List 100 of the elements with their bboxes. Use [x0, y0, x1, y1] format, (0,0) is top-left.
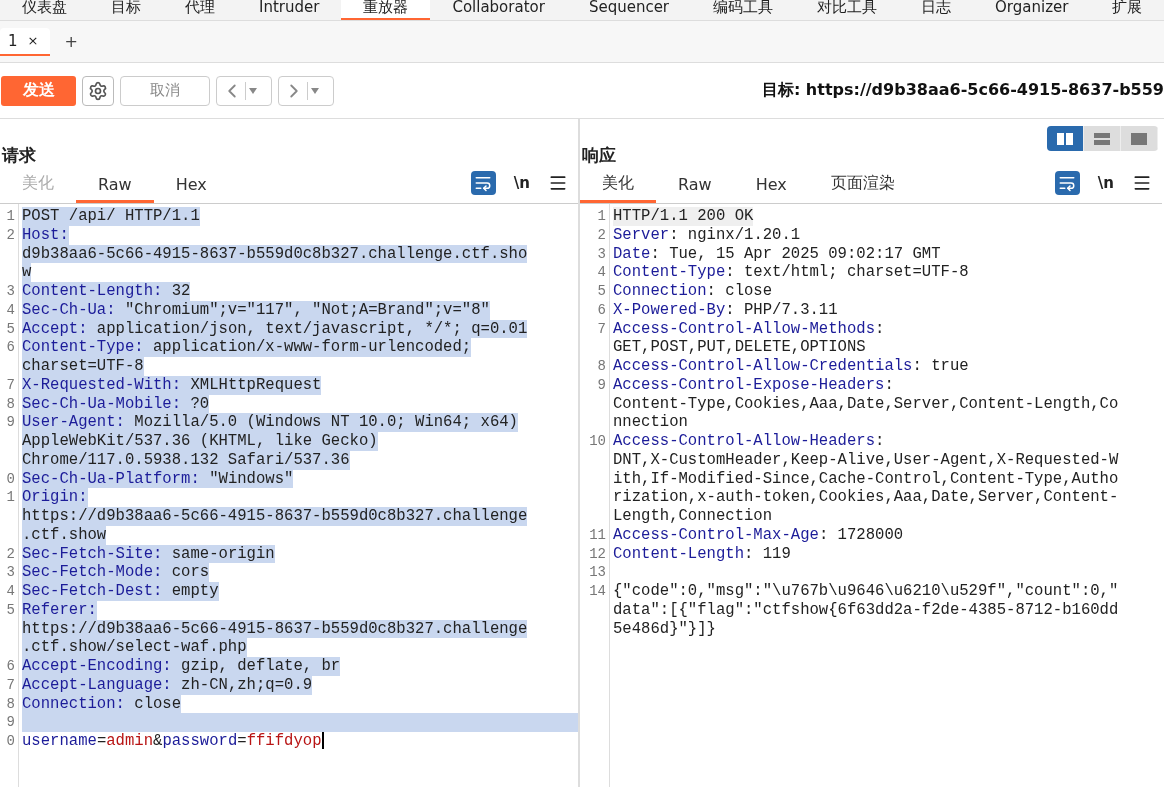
- rows-layout-icon: [1093, 131, 1111, 146]
- line-number: 9: [5, 413, 16, 432]
- request-tab[interactable]: 1 ×: [0, 27, 51, 56]
- wrap-text-icon: [474, 174, 493, 192]
- menu-icon[interactable]: [1132, 173, 1152, 193]
- line-number: 13: [588, 563, 607, 582]
- code-line: Content-Type,Cookies,Aaa,Date,Server,Content-Length,Co: [613, 394, 1119, 414]
- line-number: 14: [588, 582, 607, 601]
- code-line: Date: Tue, 15 Apr 2025 09:02:17 GMT: [613, 244, 941, 264]
- code-line: Access-Control-Max-Age: 1728000: [613, 525, 904, 545]
- line-number: 8: [596, 357, 607, 376]
- caret-icon: [248, 86, 258, 95]
- main-tab[interactable]: 日志: [899, 0, 974, 20]
- main-tab[interactable]: 重放器: [341, 0, 431, 20]
- line-number: 7: [596, 319, 607, 339]
- line-number: 1: [5, 207, 16, 226]
- code-line: {"code":0,"msg":"\u767b\u9646\u6210\u529f","count":0,": [613, 582, 1119, 601]
- main-tab[interactable]: Sequencer: [566, 0, 692, 20]
- main-tab[interactable]: 目标: [89, 0, 163, 20]
- code-line: GET,POST,PUT,DELETE,OPTIONS: [613, 338, 866, 357]
- main-tab[interactable]: 对比工具: [795, 0, 900, 20]
- main-tab[interactable]: Organizer: [973, 0, 1091, 20]
- code-line: data":[{"flag":"ctfshow{6f63dd2a-f2de-4385-8712-b160dd: [613, 600, 1119, 620]
- code-line: Length,Connection: [613, 507, 773, 526]
- layout-button[interactable]: [1084, 126, 1121, 151]
- line-number: 6: [596, 300, 607, 320]
- gear-icon: [88, 80, 108, 101]
- code-line: Server: nginx/1.20.1: [613, 225, 801, 245]
- close-tab-button[interactable]: ×: [27, 33, 39, 48]
- line-number: 6: [5, 338, 16, 357]
- line-number: 7: [5, 675, 16, 695]
- line-number: 9: [5, 713, 16, 732]
- columns-layout-icon: [1056, 131, 1074, 146]
- main-tab[interactable]: Intruder: [237, 0, 342, 20]
- wrap-text-button[interactable]: [1054, 171, 1080, 195]
- line-number: 1: [5, 488, 16, 507]
- code-line: nnection: [613, 413, 688, 432]
- line-number: 2: [596, 225, 607, 245]
- line-number: 0: [5, 732, 16, 751]
- tab-label: 1: [8, 31, 18, 50]
- code-line: Access-Control-Allow-Headers:: [613, 432, 885, 451]
- code-line: rization,x-auth-token,Cookies,Aaa,Date,Server,Content-: [613, 488, 1119, 507]
- layout-button[interactable]: [1047, 126, 1084, 151]
- view-tab[interactable]: Raw: [76, 175, 154, 203]
- menu-icon[interactable]: [548, 173, 568, 193]
- line-number: 8: [5, 694, 16, 714]
- line-number: 9: [596, 375, 607, 395]
- line-number: 2: [5, 544, 16, 564]
- line-number: 4: [596, 263, 607, 282]
- new-tab-button[interactable]: +: [56, 28, 86, 55]
- wrap-text-icon: [1058, 174, 1077, 192]
- single-layout-icon: [1130, 131, 1148, 146]
- pane-title: 响应: [582, 144, 616, 167]
- line-number: 6: [5, 657, 16, 676]
- code-line: Access-Control-Expose-Headers:: [613, 375, 894, 395]
- line-number: 0: [5, 469, 16, 489]
- wrap-text-button[interactable]: [470, 171, 496, 195]
- line-number: 5: [596, 282, 607, 301]
- main-tab[interactable]: Collaborator: [430, 0, 567, 20]
- line-number: 12: [588, 544, 607, 564]
- view-tab[interactable]: 美化: [580, 173, 656, 203]
- line-number: 5: [5, 600, 16, 620]
- view-tab[interactable]: Hex: [153, 175, 229, 203]
- caret-icon: [310, 86, 320, 95]
- code-line: username=admin&password=ffifdyop: [22, 732, 322, 751]
- main-tab[interactable]: 仪表盘: [0, 0, 89, 20]
- line-number: 11: [588, 525, 607, 545]
- view-tab[interactable]: Hex: [733, 175, 809, 203]
- back-button[interactable]: [216, 75, 272, 106]
- code-line: Content-Length: 119: [613, 544, 791, 564]
- line-number: 5: [5, 319, 16, 339]
- code-line: X-Powered-By: PHP/7.3.11: [613, 300, 838, 320]
- code-line: Access-Control-Allow-Methods:: [613, 319, 885, 339]
- view-tab[interactable]: 页面渲染: [808, 173, 917, 203]
- line-number: 8: [5, 394, 16, 414]
- line-number: 3: [5, 282, 16, 301]
- line-number: 1: [596, 207, 607, 226]
- layout-button[interactable]: [1121, 126, 1158, 151]
- settings-button[interactable]: [82, 75, 114, 106]
- code-line: DNT,X-CustomHeader,Keep-Alive,User-Agent,X-Requested-W: [613, 450, 1119, 470]
- main-tab[interactable]: 编码工具: [691, 0, 796, 20]
- main-tab[interactable]: 代理: [163, 0, 237, 20]
- view-tab[interactable]: Raw: [656, 175, 734, 203]
- code-line: Access-Control-Allow-Credentials: true: [613, 357, 969, 376]
- line-number: 4: [5, 582, 16, 601]
- line-number: 7: [5, 375, 16, 395]
- code-line: Content-Type: text/html; charset=UTF-8: [613, 263, 969, 282]
- target-label: 目标: https://d9b38aa6-5c66-4915-8637-b559: [761, 80, 1164, 101]
- line-number: 3: [596, 244, 607, 264]
- newline-toggle[interactable]: \n: [507, 174, 536, 192]
- pane-title: 请求: [2, 144, 36, 167]
- line-number: 4: [5, 300, 16, 320]
- newline-toggle[interactable]: \n: [1091, 174, 1120, 192]
- main-tab[interactable]: 扩展: [1090, 0, 1164, 20]
- code-line: Connection: close: [613, 282, 773, 301]
- code-line: ith,If-Modified-Since,Cache-Control,Content-Type,Autho: [613, 469, 1119, 489]
- text-cursor: [321, 732, 324, 749]
- forward-button[interactable]: [278, 75, 334, 106]
- code-line: 5e486d}"}]}: [613, 619, 716, 639]
- line-number: 10: [588, 432, 607, 451]
